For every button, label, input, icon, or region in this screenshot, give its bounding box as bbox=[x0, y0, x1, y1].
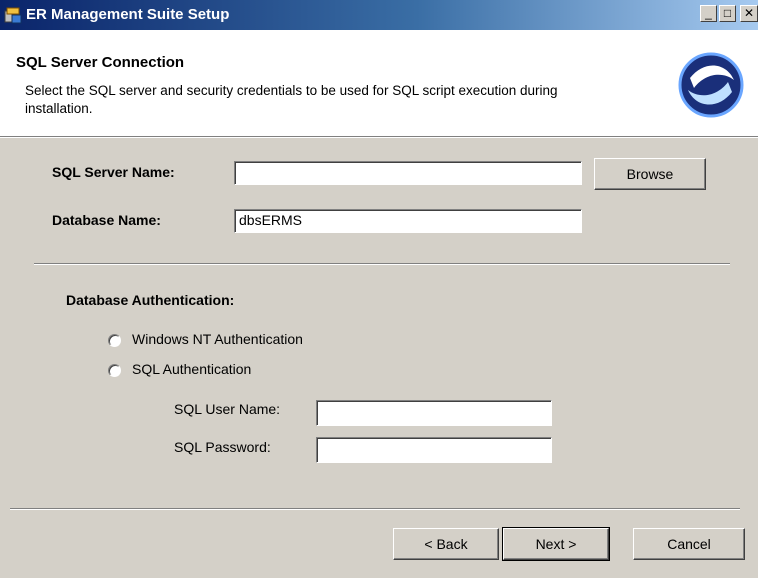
cancel-button[interactable]: Cancel bbox=[633, 528, 745, 560]
browse-button-label: Browse bbox=[626, 166, 674, 182]
maximize-icon: □ bbox=[723, 6, 732, 20]
next-button-label: Next > bbox=[535, 536, 577, 552]
database-name-label: Database Name: bbox=[52, 212, 161, 228]
sql-password-label: SQL Password: bbox=[174, 439, 271, 455]
footer-divider bbox=[10, 508, 740, 510]
server-name-label: SQL Server Name: bbox=[52, 164, 175, 180]
sql-auth-label[interactable]: SQL Authentication bbox=[132, 361, 251, 377]
window-title: ER Management Suite Setup bbox=[26, 6, 230, 23]
next-button[interactable]: Next > bbox=[502, 527, 610, 561]
page-description: Select the SQL server and security crede… bbox=[25, 83, 558, 116]
database-name-input[interactable]: dbsERMS bbox=[234, 209, 582, 233]
sql-password-input[interactable] bbox=[316, 437, 552, 463]
minimize-button[interactable]: _ bbox=[700, 5, 717, 22]
minimize-icon: _ bbox=[705, 6, 712, 20]
form-divider bbox=[34, 263, 730, 265]
windows-auth-radio[interactable] bbox=[108, 334, 121, 347]
close-icon: ✕ bbox=[743, 6, 755, 20]
back-button-label: < Back bbox=[424, 536, 468, 552]
cancel-button-label: Cancel bbox=[667, 536, 711, 552]
sql-user-input[interactable] bbox=[316, 400, 552, 426]
installer-icon bbox=[4, 7, 22, 24]
maximize-button[interactable]: □ bbox=[719, 5, 736, 22]
back-button[interactable]: < Back bbox=[393, 528, 499, 560]
sql-auth-radio[interactable] bbox=[108, 364, 121, 377]
close-button[interactable]: ✕ bbox=[740, 5, 758, 22]
header-divider bbox=[0, 136, 758, 138]
server-name-input[interactable] bbox=[234, 161, 582, 185]
swirl-logo-icon bbox=[678, 52, 744, 118]
page-title: SQL Server Connection bbox=[16, 54, 185, 71]
windows-auth-label[interactable]: Windows NT Authentication bbox=[132, 331, 303, 347]
sql-user-label: SQL User Name: bbox=[174, 401, 281, 417]
auth-section-label: Database Authentication: bbox=[66, 292, 235, 308]
title-bar[interactable]: ER Management Suite Setup _ □ ✕ bbox=[0, 0, 758, 30]
browse-button[interactable]: Browse bbox=[594, 158, 706, 190]
